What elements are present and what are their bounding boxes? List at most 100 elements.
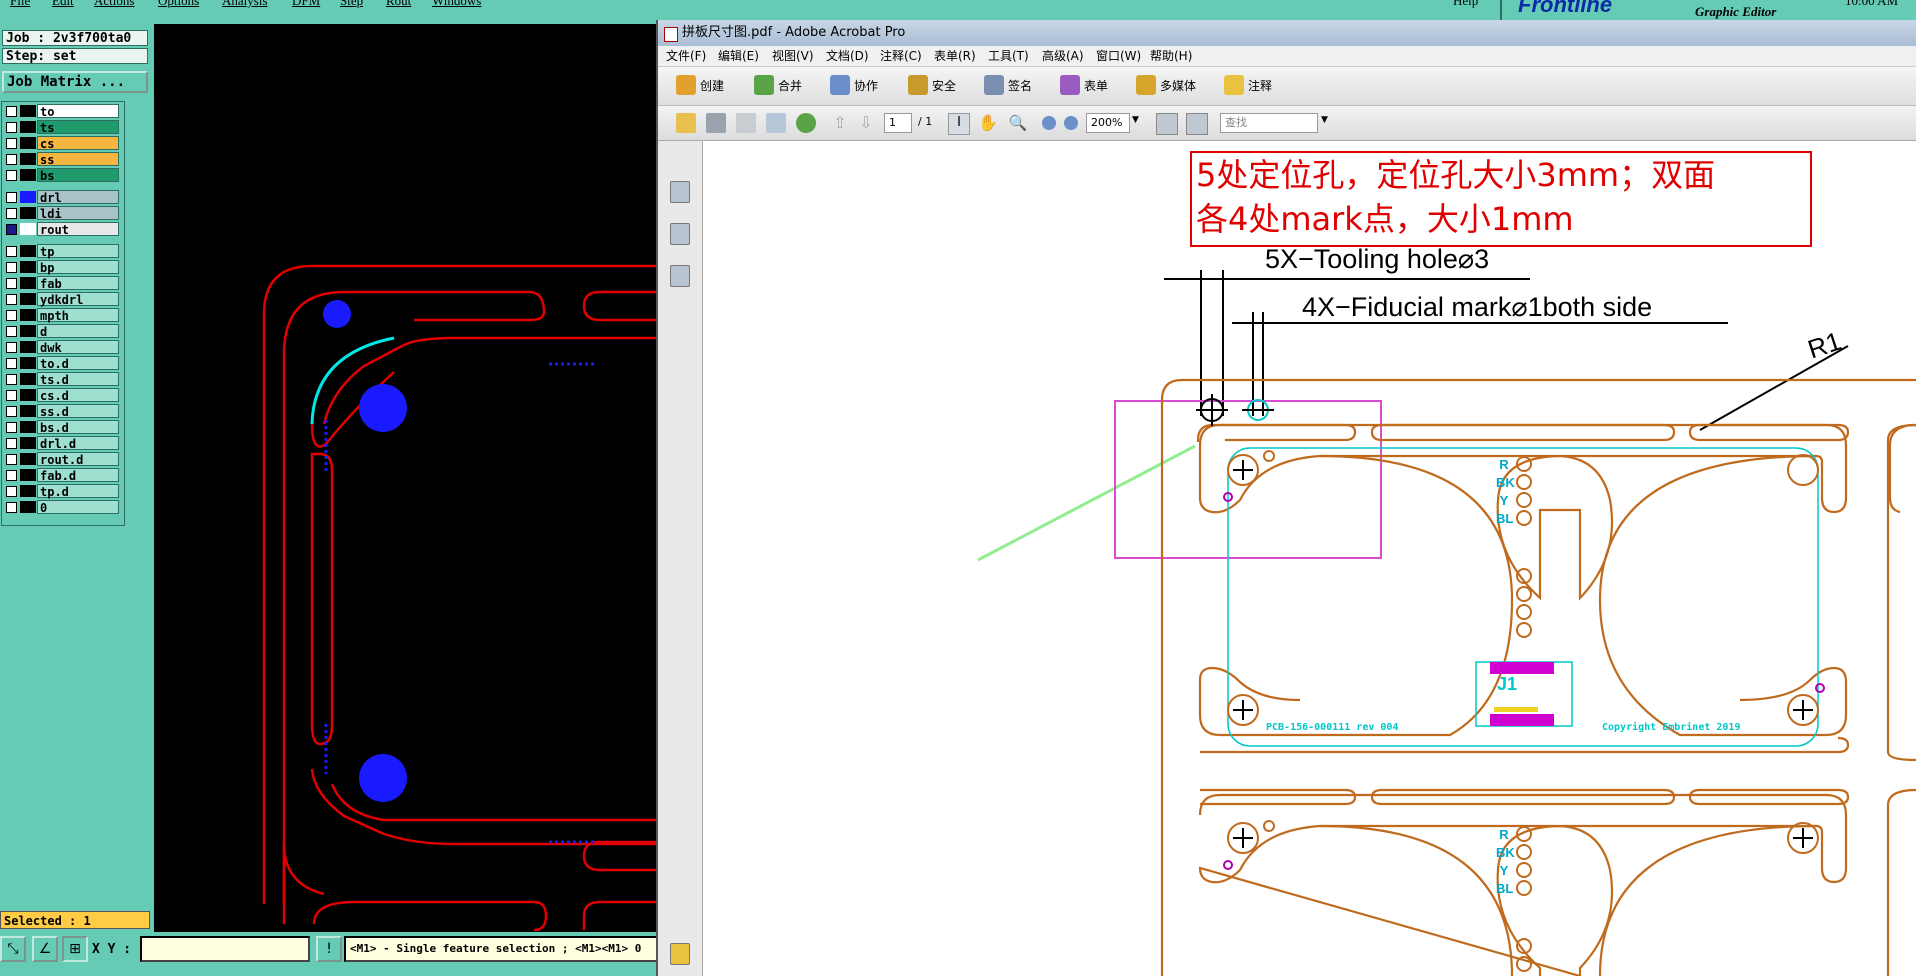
zoom-out-icon[interactable] xyxy=(1042,116,1056,130)
layer-row-dwk[interactable]: dwk xyxy=(2,340,124,355)
open-folder-icon[interactable] xyxy=(676,113,696,133)
hand-tool-icon[interactable]: ✋ xyxy=(978,113,998,133)
email-icon[interactable] xyxy=(766,113,786,133)
genesis-graphic-canvas[interactable] xyxy=(154,24,656,932)
layer-row-ss[interactable]: ss xyxy=(2,152,124,167)
layer-row-rout-d[interactable]: rout.d xyxy=(2,452,124,467)
job-matrix-button[interactable]: Job Matrix ... xyxy=(2,71,148,93)
acrobat-title-bar[interactable]: 拼板尺寸图.pdf - Adobe Acrobat Pro xyxy=(658,20,1916,46)
layer-checkbox[interactable] xyxy=(6,406,17,417)
fit-page-icon[interactable] xyxy=(1186,113,1208,135)
layer-row-ts-d[interactable]: ts.d xyxy=(2,372,124,387)
menu-advanced-cn[interactable]: 高级(A) xyxy=(1042,46,1084,66)
info-button[interactable]: ! xyxy=(316,936,342,962)
layer-row-ldi[interactable]: ldi xyxy=(2,206,124,221)
layer-checkbox[interactable] xyxy=(6,106,17,117)
search-dropdown-icon[interactable]: ▼ xyxy=(1321,115,1328,125)
xy-input[interactable] xyxy=(140,936,310,962)
layer-checkbox[interactable] xyxy=(6,422,17,433)
layer-checkbox[interactable] xyxy=(6,454,17,465)
layer-checkbox[interactable] xyxy=(6,502,17,513)
fit-width-icon[interactable] xyxy=(1156,113,1178,135)
multimedia-task-button[interactable]: 多媒体 xyxy=(1160,77,1196,94)
save-icon[interactable] xyxy=(736,113,756,133)
layer-row-bp[interactable]: bp xyxy=(2,260,124,275)
layer-row-rout[interactable]: rout xyxy=(2,222,124,237)
menu-window-cn[interactable]: 窗口(W) xyxy=(1096,46,1141,66)
zoom-level-field[interactable]: 200% xyxy=(1086,113,1130,133)
zoom-tool-icon[interactable]: 🔍 xyxy=(1008,113,1028,133)
menu-edit[interactable]: Edit xyxy=(52,0,74,9)
layer-row-cs[interactable]: cs xyxy=(2,136,124,151)
layer-row-0[interactable]: 0 xyxy=(2,500,124,515)
layer-row-to[interactable]: to xyxy=(2,104,124,119)
layer-row-tp[interactable]: tp xyxy=(2,244,124,259)
menu-file[interactable]: File xyxy=(10,0,30,9)
layer-checkbox[interactable] xyxy=(6,246,17,257)
select-tool-icon[interactable]: I xyxy=(948,113,970,135)
print-icon[interactable] xyxy=(706,113,726,133)
zoom-home-button[interactable]: ⤡ xyxy=(0,936,26,962)
layer-checkbox[interactable] xyxy=(6,358,17,369)
prev-page-icon[interactable]: ⇧ xyxy=(830,113,850,133)
zoom-in-icon[interactable] xyxy=(1064,116,1078,130)
zoom-dropdown-icon[interactable]: ▼ xyxy=(1132,115,1139,125)
measure-button[interactable]: ∠ xyxy=(32,936,58,962)
combine-task-button[interactable]: 合并 xyxy=(778,77,802,94)
layer-checkbox[interactable] xyxy=(6,224,17,235)
layer-checkbox[interactable] xyxy=(6,374,17,385)
menu-forms-cn[interactable]: 表单(R) xyxy=(934,46,976,66)
comments-pane-icon[interactable] xyxy=(670,943,690,965)
layer-row-ts[interactable]: ts xyxy=(2,120,124,135)
menu-file-cn[interactable]: 文件(F) xyxy=(666,46,706,66)
search-field[interactable]: 查找 xyxy=(1220,113,1318,133)
layer-row-bs[interactable]: bs xyxy=(2,168,124,183)
comment-task-button[interactable]: 注释 xyxy=(1248,77,1272,94)
menu-dfm[interactable]: DFM xyxy=(292,0,320,9)
grid-snap-button[interactable]: ⊞ xyxy=(62,936,88,962)
layer-checkbox[interactable] xyxy=(6,192,17,203)
layer-checkbox[interactable] xyxy=(6,294,17,305)
layer-checkbox[interactable] xyxy=(6,486,17,497)
layer-checkbox[interactable] xyxy=(6,278,17,289)
layer-row-ss-d[interactable]: ss.d xyxy=(2,404,124,419)
layer-row-drl-d[interactable]: drl.d xyxy=(2,436,124,451)
menu-analysis[interactable]: Analysis xyxy=(222,0,268,9)
layer-row-drl[interactable]: drl xyxy=(2,190,124,205)
menu-actions[interactable]: Actions xyxy=(94,0,134,9)
layer-checkbox[interactable] xyxy=(6,438,17,449)
layer-row-ydkdrl[interactable]: ydkdrl xyxy=(2,292,124,307)
menu-comments-cn[interactable]: 注释(C) xyxy=(880,46,922,66)
menu-tools-cn[interactable]: 工具(T) xyxy=(988,46,1029,66)
menu-step[interactable]: Step xyxy=(340,0,363,9)
layer-checkbox[interactable] xyxy=(6,138,17,149)
layer-row-bs-d[interactable]: bs.d xyxy=(2,420,124,435)
menu-options[interactable]: Options xyxy=(158,0,199,9)
layer-row-d[interactable]: d xyxy=(2,324,124,339)
layer-row-mpth[interactable]: mpth xyxy=(2,308,124,323)
layer-checkbox[interactable] xyxy=(6,470,17,481)
layer-checkbox[interactable] xyxy=(6,326,17,337)
layer-checkbox[interactable] xyxy=(6,154,17,165)
secure-task-button[interactable]: 安全 xyxy=(932,77,956,94)
signatures-icon[interactable] xyxy=(670,265,690,287)
layer-row-to-d[interactable]: to.d xyxy=(2,356,124,371)
menu-help[interactable]: Help xyxy=(1453,0,1478,9)
layer-checkbox[interactable] xyxy=(6,208,17,219)
menu-document-cn[interactable]: 文档(D) xyxy=(826,46,869,66)
layer-checkbox[interactable] xyxy=(6,390,17,401)
menu-rout[interactable]: Rout xyxy=(386,0,411,9)
layer-row-fab[interactable]: fab xyxy=(2,276,124,291)
menu-help-cn[interactable]: 帮助(H) xyxy=(1150,46,1192,66)
layer-checkbox[interactable] xyxy=(6,262,17,273)
upload-icon[interactable] xyxy=(796,113,816,133)
next-page-icon[interactable]: ⇩ xyxy=(856,113,876,133)
forms-task-button[interactable]: 表单 xyxy=(1084,77,1108,94)
sign-task-button[interactable]: 签名 xyxy=(1008,77,1032,94)
layer-checkbox[interactable] xyxy=(6,122,17,133)
create-task-button[interactable]: 创建 xyxy=(700,77,724,94)
pages-icon[interactable] xyxy=(670,181,690,203)
collaborate-task-button[interactable]: 协作 xyxy=(854,77,878,94)
layer-row-cs-d[interactable]: cs.d xyxy=(2,388,124,403)
bookmarks-icon[interactable] xyxy=(670,223,690,245)
